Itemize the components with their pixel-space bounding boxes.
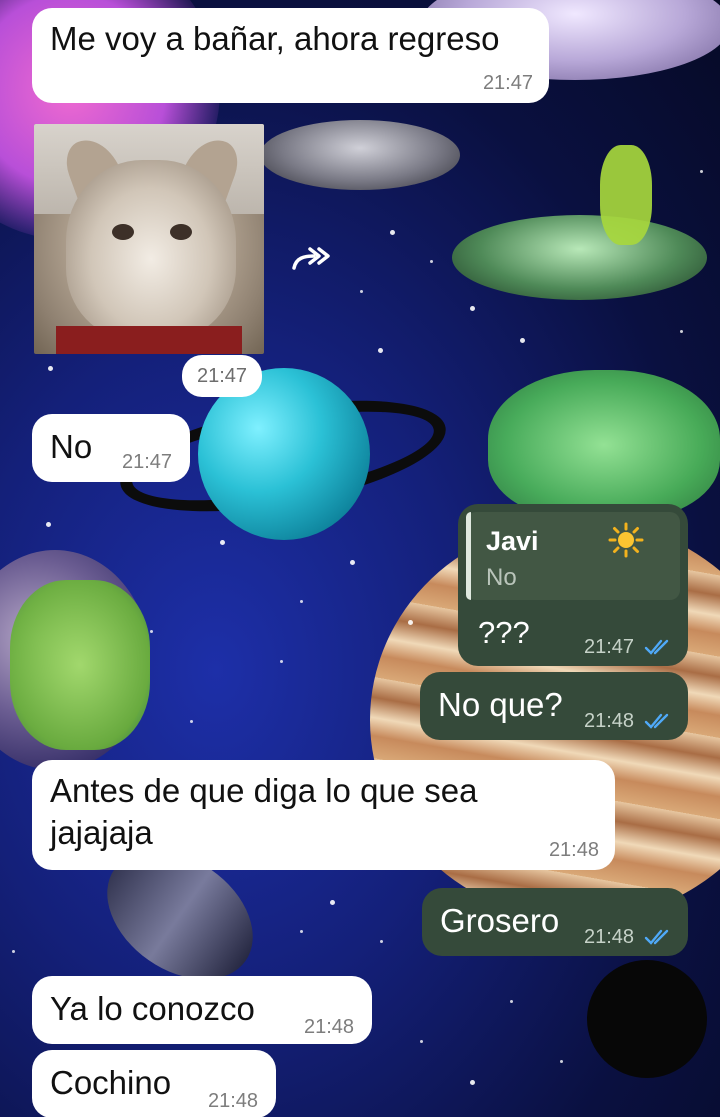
wallpaper-ufo — [452, 215, 707, 300]
message-bubble-outgoing[interactable]: Javi No ??? 21:47 — [458, 504, 688, 666]
message-bubble-incoming[interactable]: Ya lo conozco 21:48 — [32, 976, 372, 1044]
message-time: 21:48 — [208, 1090, 259, 1112]
wallpaper-green-cat — [10, 580, 150, 750]
wallpaper-green-cat — [600, 145, 652, 245]
message-time: 21:48 — [584, 710, 635, 732]
forward-icon[interactable] — [290, 246, 332, 276]
message-bubble-incoming[interactable]: No 21:47 — [32, 414, 190, 482]
message-bubble-outgoing[interactable]: Grosero 21:48 — [422, 888, 688, 956]
message-text: Cochino — [50, 1064, 172, 1101]
message-bubble-incoming[interactable]: Cochino 21:48 — [32, 1050, 276, 1118]
message-text: ??? — [478, 615, 530, 650]
message-text: Ya lo conozco — [50, 990, 255, 1027]
message-time: 21:47 — [584, 636, 635, 658]
message-time: 21:48 — [548, 839, 599, 861]
wallpaper-dark-circle — [587, 960, 707, 1078]
message-time: 21:48 — [304, 1016, 355, 1038]
quote-bar — [466, 512, 471, 600]
message-time: 21:47 — [482, 72, 533, 94]
message-text: Me voy a bañar, ahora regreso — [50, 20, 500, 57]
message-text: Grosero — [440, 902, 560, 939]
sun-icon — [608, 522, 644, 558]
message-text-line: jajajaja — [50, 814, 153, 851]
image-time-badge: 21:47 — [182, 355, 262, 397]
cat-photo[interactable] — [34, 124, 264, 354]
message-bubble-incoming[interactable]: Me voy a bañar, ahora regreso 21:47 — [32, 8, 549, 103]
message-time: 21:47 — [122, 451, 173, 473]
message-bubble-incoming[interactable]: Antes de que diga lo que sea jajajaja 21… — [32, 760, 615, 870]
message-bubble-outgoing[interactable]: No que? 21:48 — [420, 672, 688, 740]
message-text-line: Antes de que diga lo que sea — [50, 772, 478, 809]
message-text: No — [50, 428, 93, 465]
quoted-sender-name: Javi — [486, 526, 539, 556]
quoted-text: No — [486, 564, 517, 591]
quoted-reply[interactable]: Javi No — [466, 512, 680, 600]
wallpaper-ufo — [260, 120, 460, 190]
message-time: 21:48 — [584, 926, 635, 948]
read-receipt-icon — [644, 639, 669, 655]
wallpaper-green-cat — [488, 370, 720, 520]
message-time: 21:47 — [197, 365, 248, 387]
read-receipt-icon — [644, 713, 669, 729]
message-text: No que? — [438, 686, 563, 723]
read-receipt-icon — [644, 929, 669, 945]
